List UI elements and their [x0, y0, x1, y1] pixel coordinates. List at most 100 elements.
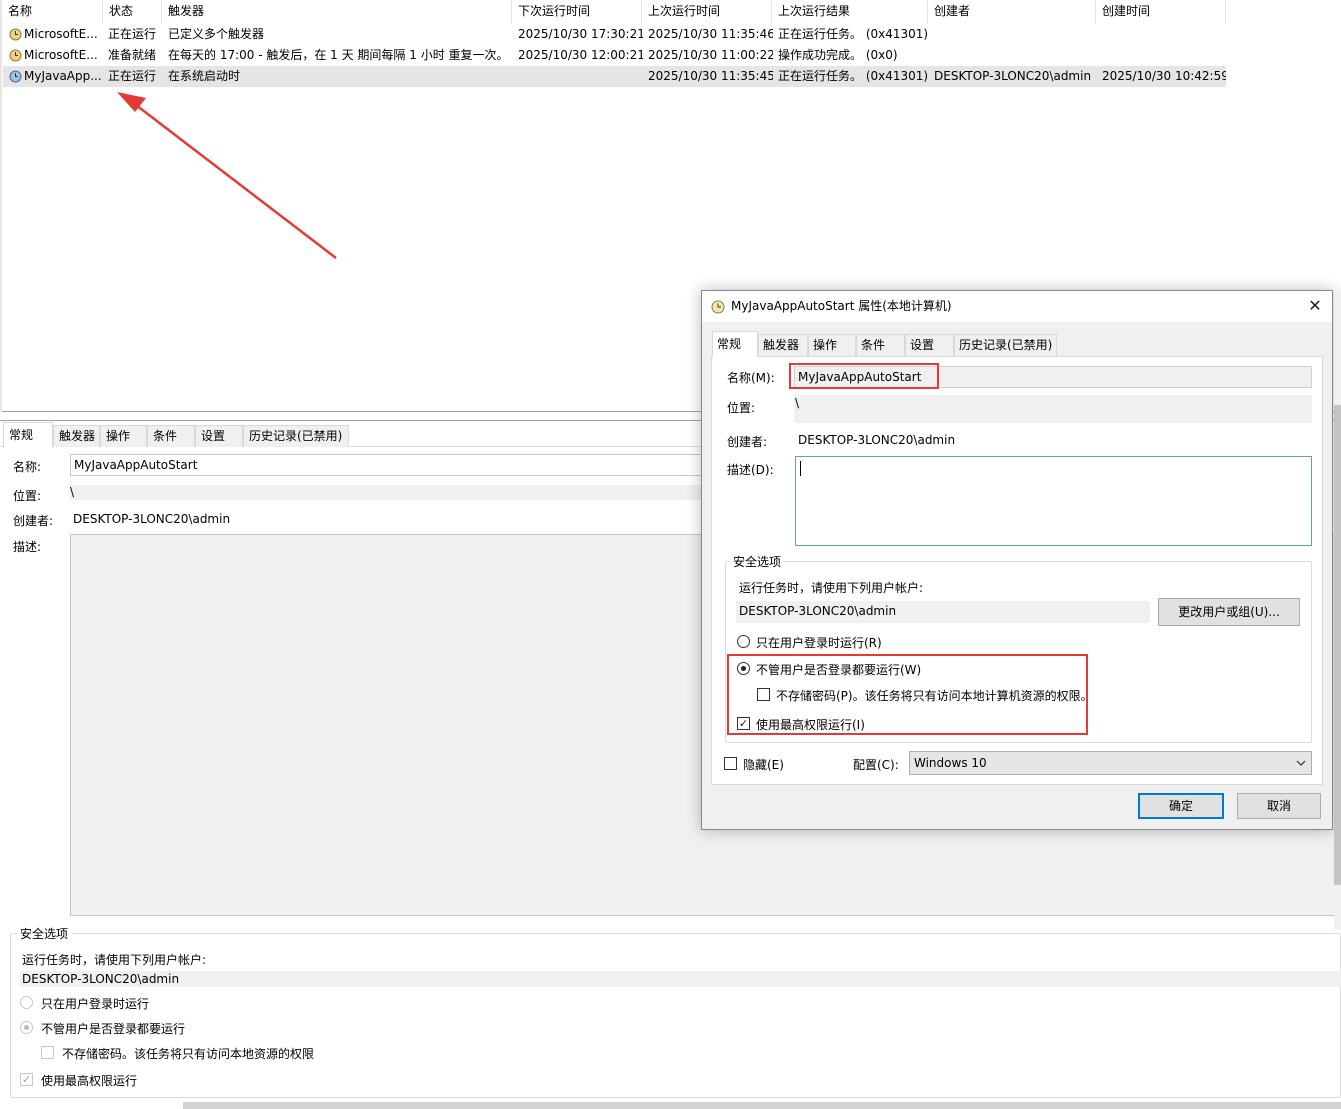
dialog-run-as-label: 运行任务时，请使用下列用户帐户: — [739, 581, 924, 595]
dialog-title: MyJavaAppAutoStart 属性(本地计算机) — [731, 299, 952, 313]
cell-created: 2025/10/30 10:42:59 — [1102, 69, 1226, 83]
details-name-field[interactable]: MyJavaAppAutoStart — [70, 454, 710, 476]
properties-dialog: MyJavaAppAutoStart 属性(本地计算机) ✕ 常规 触发器 操作… — [701, 290, 1333, 830]
column-header-name[interactable]: 名称 — [2, 0, 103, 24]
details-run-as-label: 运行任务时，请使用下列用户帐户: — [22, 953, 207, 967]
cell-created — [1102, 45, 1226, 66]
checkbox-hidden[interactable] — [724, 757, 737, 770]
ok-button[interactable]: 确定 — [1138, 793, 1224, 819]
details-horizontal-scrollbar[interactable] — [183, 1102, 1341, 1109]
column-header-author[interactable]: 创建者 — [928, 0, 1096, 24]
table-row[interactable]: MicrosoftE... 正在运行 已定义多个触发器 2025/10/30 1… — [3, 24, 1226, 45]
column-header-last-run[interactable]: 上次运行时间 — [642, 0, 772, 24]
clock-icon — [9, 28, 22, 41]
dialog-tab-settings[interactable]: 设置 — [905, 334, 954, 356]
radio-whether-logged[interactable] — [737, 662, 750, 675]
dialog-titlebar[interactable]: MyJavaAppAutoStart 属性(本地计算机) ✕ — [702, 291, 1332, 322]
dialog-author-value: DESKTOP-3LONC20\admin — [798, 433, 956, 447]
details-author-value: DESKTOP-3LONC20\admin — [73, 512, 231, 526]
configure-select[interactable]: Windows 10 — [909, 751, 1312, 775]
cell-trigger: 已定义多个触发器 — [168, 27, 265, 41]
details-checkbox-highest: ✓ — [20, 1073, 33, 1086]
dialog-tab-conditions[interactable]: 条件 — [856, 334, 905, 356]
annotation-box-name — [789, 363, 939, 389]
cell-next-run: 2025/10/30 17:30:21 — [518, 27, 643, 41]
details-option-highest: 使用最高权限运行 — [41, 1074, 138, 1088]
table-row[interactable]: MicrosoftE... 准备就绪 在每天的 17:00 - 触发后，在 1 … — [3, 45, 1226, 66]
dialog-location-value: \ — [795, 396, 800, 410]
cell-next-run: 2025/10/30 12:00:21 — [518, 48, 643, 62]
hidden-label[interactable]: 隐藏(E) — [743, 756, 784, 773]
cell-status: 正在运行 — [108, 27, 157, 41]
table-row-selected[interactable]: MyJavaApp... 正在运行 在系统启动时 2025/10/30 11:3… — [3, 66, 1226, 87]
option-whether-logged-label[interactable]: 不管用户是否登录都要运行(W) — [756, 661, 921, 678]
cell-last-run: 2025/10/30 11:35:45 — [648, 69, 773, 83]
dialog-name-label: 名称(M): — [727, 371, 775, 385]
radio-logged-on[interactable] — [737, 635, 750, 648]
column-header-created[interactable]: 创建时间 — [1096, 0, 1226, 24]
details-location-value: \ — [70, 485, 75, 499]
details-tab-general[interactable]: 常规 — [3, 422, 53, 448]
details-run-as-bg — [20, 971, 1341, 987]
dialog-security-title: 安全选项 — [730, 553, 785, 570]
option-logged-on-label[interactable]: 只在用户登录时运行(R) — [756, 634, 882, 651]
details-vertical-scrollbar-thumb[interactable] — [1334, 405, 1341, 885]
details-name-label: 名称: — [13, 460, 42, 474]
clock-icon — [9, 70, 22, 83]
cell-last-result: 正在运行任务。 (0x41301) — [778, 27, 929, 41]
clock-icon — [711, 300, 725, 314]
details-checkbox-no-password — [41, 1046, 54, 1059]
cell-status: 准备就绪 — [108, 48, 157, 62]
close-icon[interactable]: ✕ — [1304, 295, 1326, 317]
cell-last-run: 2025/10/30 11:00:22 — [648, 48, 773, 62]
cell-name: MicrosoftE... — [24, 48, 98, 62]
details-security-group — [10, 933, 1341, 1098]
configure-label: 配置(C): — [853, 758, 899, 772]
column-header-last-result[interactable]: 上次运行结果 — [772, 0, 928, 24]
cell-author — [934, 45, 1098, 66]
cell-created — [1102, 24, 1226, 45]
dialog-location-label: 位置: — [727, 401, 756, 415]
details-tab-history[interactable]: 历史记录(已禁用) — [243, 425, 349, 447]
checkbox-no-password[interactable] — [757, 688, 770, 701]
details-description-label: 描述: — [13, 540, 42, 554]
column-header-next-run[interactable]: 下次运行时间 — [512, 0, 642, 24]
details-location-label: 位置: — [13, 489, 42, 503]
dialog-author-label: 创建者: — [727, 435, 768, 449]
dialog-location-bg — [794, 395, 1312, 423]
details-option-logged-on: 只在用户登录时运行 — [41, 997, 150, 1011]
change-user-button[interactable]: 更改用户或组(U)... — [1158, 598, 1300, 626]
details-tab-actions[interactable]: 操作 — [100, 425, 147, 447]
column-header-status[interactable]: 状态 — [103, 0, 162, 24]
details-tab-conditions[interactable]: 条件 — [147, 425, 195, 447]
cell-status: 正在运行 — [108, 69, 157, 83]
cancel-button[interactable]: 取消 — [1237, 793, 1321, 819]
task-list-edge — [0, 0, 2, 412]
details-option-whether-logged: 不管用户是否登录都要运行 — [41, 1022, 186, 1036]
details-tab-settings[interactable]: 设置 — [195, 425, 243, 447]
dialog-tab-general[interactable]: 常规 — [712, 331, 758, 357]
details-radio-whether-logged — [20, 1021, 33, 1034]
column-header-filler — [1226, 0, 1341, 24]
cell-last-result: 操作成功完成。 (0x0) — [778, 48, 898, 62]
dialog-description-label: 描述(D): — [727, 463, 774, 477]
option-no-password-label[interactable]: 不存储密码(P)。该任务将只有访问本地计算机资源的权限。 — [776, 687, 1093, 704]
option-highest-label[interactable]: 使用最高权限运行(I) — [756, 716, 865, 733]
details-radio-logged-on — [20, 996, 33, 1009]
dialog-run-as-value: DESKTOP-3LONC20\admin — [739, 604, 897, 618]
cell-next-run — [518, 66, 643, 87]
checkbox-highest-privileges[interactable]: ✓ — [737, 717, 750, 730]
cell-name: MyJavaApp... — [24, 69, 102, 83]
dialog-tab-history[interactable]: 历史记录(已禁用) — [954, 334, 1057, 356]
column-header-trigger[interactable]: 触发器 — [162, 0, 512, 24]
clock-icon — [9, 49, 22, 62]
details-tab-triggers[interactable]: 触发器 — [53, 425, 100, 447]
dialog-description-input[interactable] — [795, 456, 1312, 546]
dialog-tab-triggers[interactable]: 触发器 — [758, 334, 808, 356]
cell-author: DESKTOP-3LONC20\admin — [934, 69, 1092, 83]
details-author-label: 创建者: — [13, 514, 54, 528]
chevron-down-icon — [1294, 752, 1308, 774]
dialog-tab-actions[interactable]: 操作 — [808, 334, 856, 356]
cell-last-run: 2025/10/30 11:35:46 — [648, 27, 773, 41]
cell-trigger: 在每天的 17:00 - 触发后，在 1 天 期间每隔 1 小时 重复一次。 — [168, 48, 509, 62]
